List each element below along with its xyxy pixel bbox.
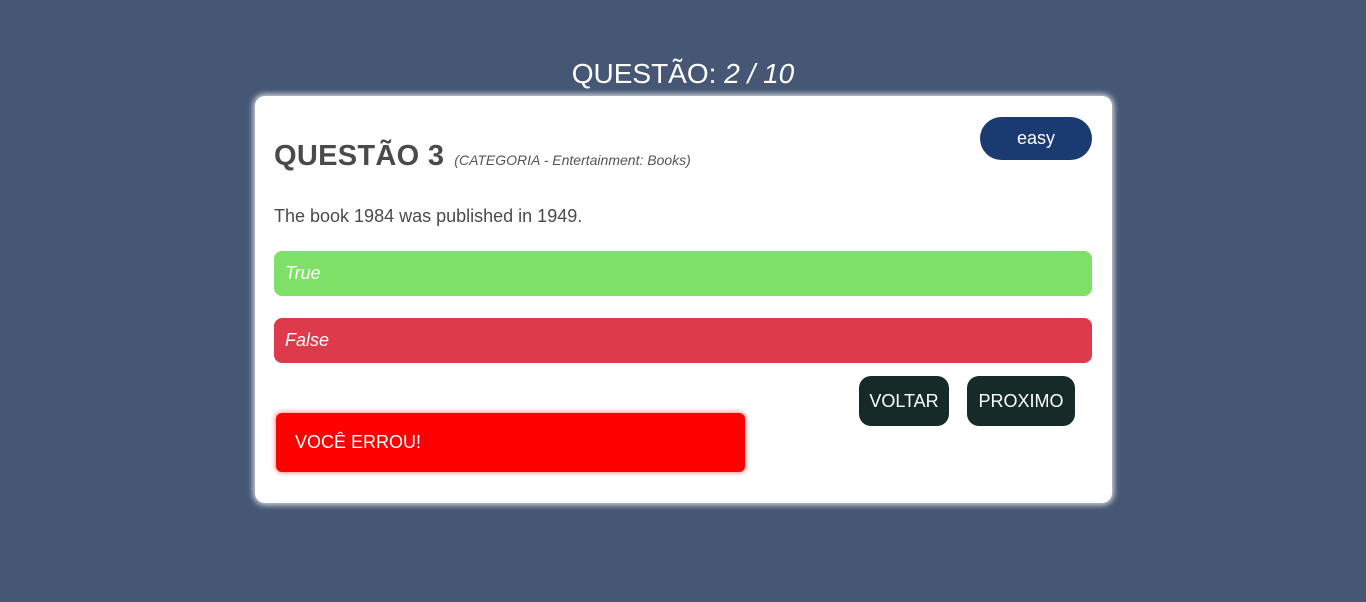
question-category: (CATEGORIA - Entertainment: Books) <box>454 152 691 168</box>
counter-label: QUESTÃO: <box>571 58 717 89</box>
difficulty-badge[interactable]: easy <box>980 117 1092 160</box>
answer-option-true[interactable]: True <box>274 251 1092 296</box>
next-button[interactable]: PROXIMO <box>967 376 1075 426</box>
back-button[interactable]: VOLTAR <box>859 376 949 426</box>
question-title: QUESTÃO 3 <box>274 140 445 172</box>
question-header: QUESTÃO 3 (CATEGORIA - Entertainment: Bo… <box>274 140 691 184</box>
question-card: easy QUESTÃO 3 (CATEGORIA - Entertainmen… <box>255 96 1112 503</box>
answer-option-false[interactable]: False <box>274 318 1092 363</box>
question-counter: QUESTÃO: 2 / 10 <box>0 54 1366 94</box>
question-text: The book 1984 was published in 1949. <box>274 206 583 226</box>
result-message: VOCÊ ERROU! <box>276 413 745 472</box>
counter-value: 2 / 10 <box>724 58 795 89</box>
